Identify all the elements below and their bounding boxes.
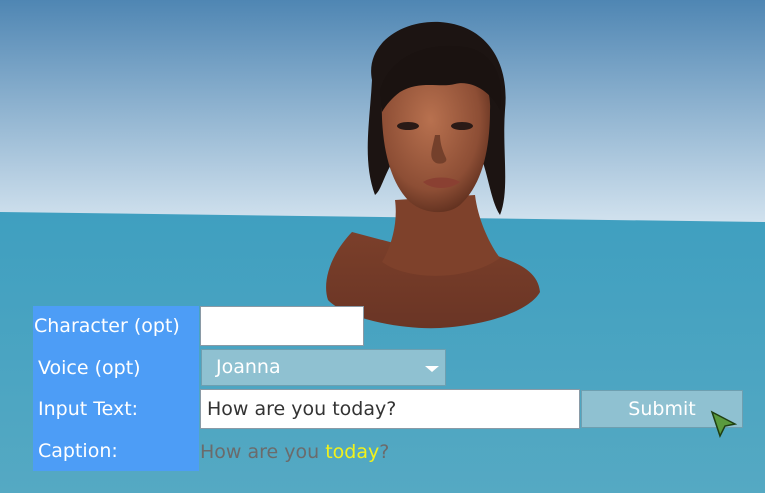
mouse-pointer-icon xyxy=(710,410,738,438)
input-text-label: Input Text: xyxy=(38,398,139,420)
caption-label: Caption: xyxy=(38,440,118,462)
caption-text-end: ? xyxy=(379,441,390,463)
input-text-field[interactable] xyxy=(200,389,580,429)
avatar-left-eye xyxy=(397,122,419,130)
avatar-right-eye xyxy=(451,122,473,130)
character-input[interactable] xyxy=(200,306,364,346)
voice-select-value: Joanna xyxy=(216,356,281,378)
caption-highlight-word: today xyxy=(325,441,380,463)
caption-text-start: How are you xyxy=(200,441,326,463)
voice-label: Voice (opt) xyxy=(38,357,141,379)
chevron-down-icon xyxy=(425,366,439,372)
voice-select[interactable]: Joanna xyxy=(201,349,446,386)
caption-text: How are you today? xyxy=(200,432,389,472)
character-label: Character (opt) xyxy=(34,315,180,337)
